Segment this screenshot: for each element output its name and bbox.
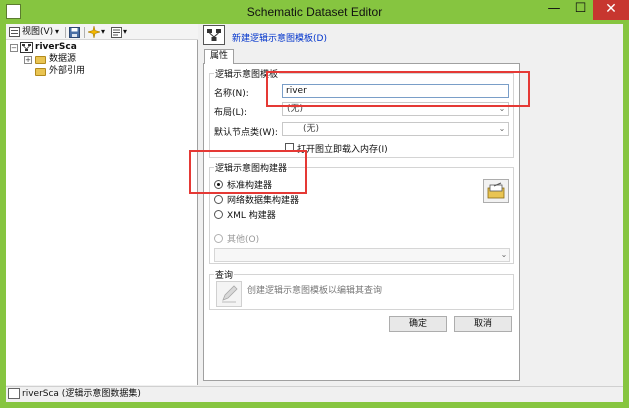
tree-root-collapse-icon[interactable]: − — [10, 44, 18, 52]
close-button[interactable]: ✕ — [593, 0, 629, 20]
ok-button[interactable]: 确定 — [389, 316, 447, 332]
xml-builder-label: XML 构建器 — [227, 211, 276, 221]
new-star-icon[interactable] — [86, 25, 102, 39]
view-menu-arrow[interactable]: ▾ — [55, 24, 59, 40]
tab-properties[interactable]: 属性 — [204, 49, 234, 64]
view-menu[interactable]: 视图(V) — [22, 24, 53, 40]
properties-menu-arrow[interactable]: ▾ — [123, 24, 127, 40]
folder-icon — [35, 56, 46, 64]
load-into-memory-label: 打开图立即载入内存(I) — [297, 145, 388, 155]
query-hint-text: 创建逻辑示意图模板以编辑其查询 — [247, 286, 383, 296]
status-text: riverSca (逻辑示意图数据集) — [22, 389, 141, 399]
highlight-box-name-field — [266, 71, 530, 107]
builder-properties-button[interactable] — [483, 179, 509, 203]
open-folder-icon — [487, 182, 505, 199]
network-dataset-builder-label: 网络数据集构建器 — [227, 196, 300, 206]
network-dataset-builder-radio[interactable] — [214, 195, 223, 204]
window-border-right — [623, 24, 629, 408]
folder-icon — [35, 68, 46, 76]
query-group-title: 查询 — [214, 268, 235, 281]
tree-item-expand-icon[interactable]: + — [24, 56, 32, 64]
other-builder-label: 其他(O) — [227, 235, 260, 245]
schematic-dataset-icon — [20, 42, 33, 53]
highlight-box-builder — [189, 150, 307, 194]
maximize-button[interactable]: ☐ — [568, 0, 593, 20]
window-border-bottom — [0, 402, 629, 408]
chevron-down-icon[interactable]: ⌄ — [497, 123, 507, 135]
schematic-dataset-icon — [8, 388, 20, 399]
tree-pane — [6, 24, 198, 385]
schematic-template-icon — [203, 25, 225, 45]
default-node-class-dropdown[interactable]: (无) — [282, 122, 509, 136]
default-node-class-label: 默认节点类(W): — [214, 128, 278, 138]
other-builder-dropdown[interactable] — [214, 248, 510, 262]
pencil-icon — [222, 285, 238, 303]
new-template-link[interactable]: 新建逻辑示意图模板(D) — [232, 31, 327, 44]
toolbar-separator — [84, 27, 85, 38]
edit-query-button[interactable] — [216, 281, 242, 307]
cancel-button[interactable]: 取消 — [454, 316, 512, 332]
xml-builder-radio[interactable] — [214, 210, 223, 219]
properties-icon[interactable] — [111, 27, 122, 38]
toolbar-separator — [65, 27, 66, 38]
default-node-class-value: (无) — [303, 124, 320, 134]
view-icon — [9, 27, 20, 37]
name-label: 名称(N): — [214, 89, 249, 99]
other-builder-radio[interactable] — [214, 234, 223, 243]
layout-label: 布局(L): — [214, 108, 248, 118]
tree-item-external-refs[interactable]: 外部引用 — [49, 65, 85, 78]
window-title: Schematic Dataset Editor — [246, 5, 383, 19]
new-menu-arrow[interactable]: ▾ — [101, 24, 105, 40]
chevron-down-icon[interactable]: ⌄ — [499, 249, 509, 261]
minimize-button[interactable]: — — [540, 0, 568, 20]
save-icon[interactable] — [69, 27, 80, 38]
